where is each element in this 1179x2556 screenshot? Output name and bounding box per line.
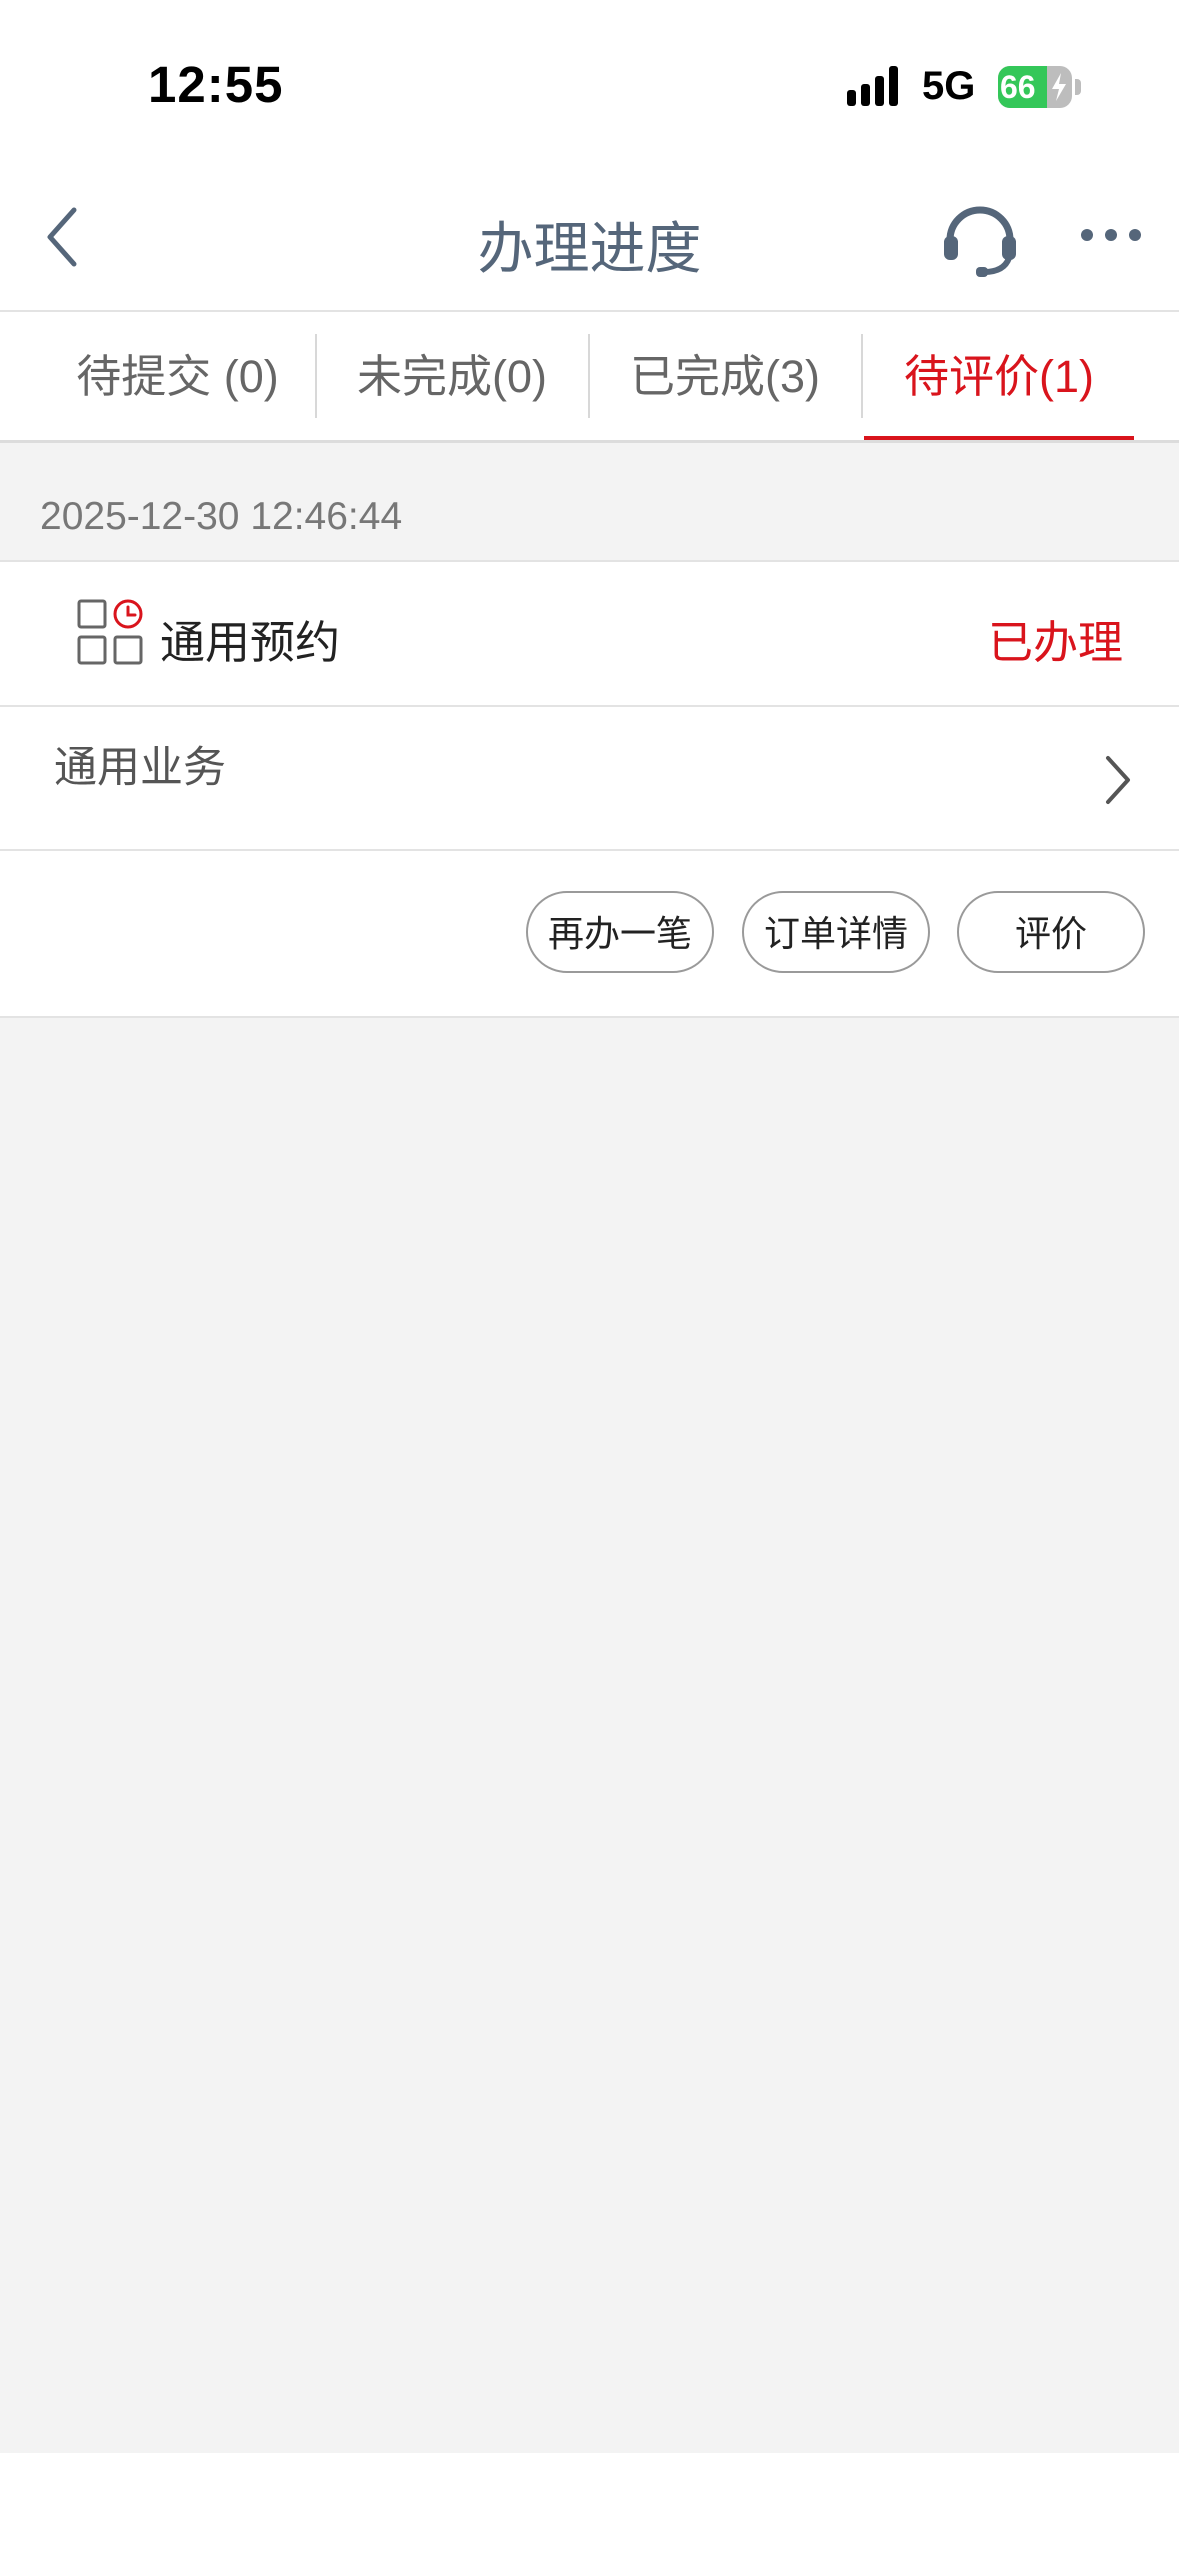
tab-pending-submit[interactable]: 待提交 (0) [40,312,315,440]
rate-button[interactable]: 评价 [957,891,1145,973]
signal-icon [847,66,898,106]
status-bar: 12:55 5G 66 [0,0,1179,170]
network-label: 5G [922,64,976,108]
more-dots-icon[interactable] [1078,220,1144,250]
tab-pending-review[interactable]: 待评价(1) [864,312,1134,440]
record-list: 2025-12-30 12:46:44 通用预约 已办理 通用业务 再办一笔 订… [0,443,1179,2453]
business-row[interactable]: 通用业务 [0,707,1179,851]
appointment-grid-icon [77,599,143,665]
order-details-button[interactable]: 订单详情 [742,891,930,973]
nav-bar: 办理进度 [0,170,1179,312]
status-time: 12:55 [148,56,284,113]
tab-completed[interactable]: 已完成(3) [590,312,860,440]
service-name: 通用预约 [160,617,341,668]
record-timestamp: 2025-12-30 12:46:44 [40,495,403,538]
business-label: 通用业务 [54,744,226,792]
record-actions: 再办一笔 订单详情 评价 [0,851,1179,1014]
record-card-header: 通用预约 已办理 [0,562,1179,707]
status-badge: 已办理 [987,617,1123,668]
do-again-button[interactable]: 再办一笔 [526,891,714,973]
bottom-safe-area [0,2453,1179,2556]
battery-percent: 66 [1000,69,1036,105]
chevron-right-icon [1106,756,1130,804]
record-card: 通用预约 已办理 通用业务 再办一笔 订单详情 评价 [0,560,1179,1018]
status-tabs: 待提交 (0) 未完成(0) 已完成(3) 待评价(1) [0,312,1179,443]
tab-incomplete[interactable]: 未完成(0) [317,312,587,440]
active-tab-indicator [864,436,1134,440]
charging-bolt-icon [1052,73,1066,101]
battery-indicator: 66 [998,66,1082,108]
headset-icon[interactable] [938,194,1022,278]
